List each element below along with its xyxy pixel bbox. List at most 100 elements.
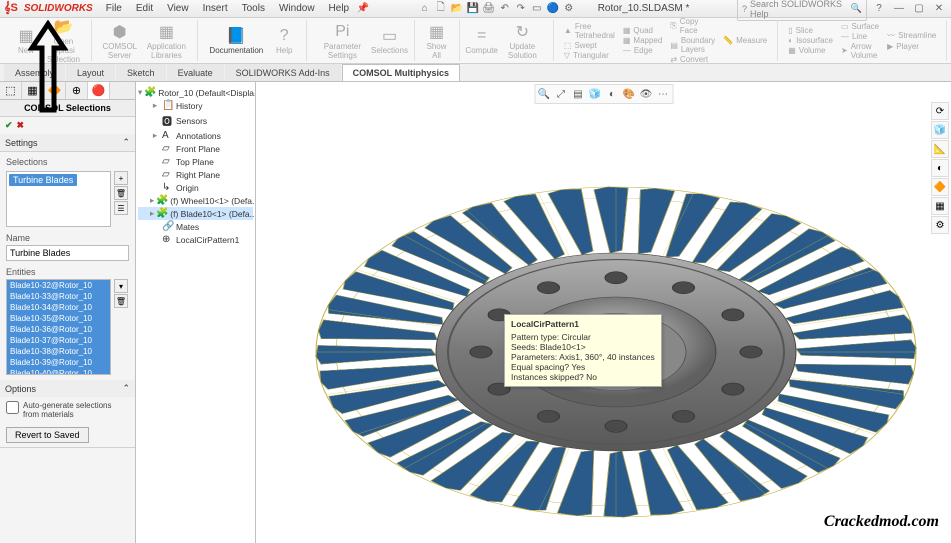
mesh-swept[interactable]: ⬚Swept <box>560 41 619 50</box>
tree-sensors[interactable]: 🅾Sensors <box>138 112 253 129</box>
menu-view[interactable]: View <box>160 3 196 14</box>
view-slice[interactable]: ▯Slice <box>784 26 837 35</box>
revert-button[interactable]: Revert to Saved <box>6 427 89 443</box>
panel-tab-4[interactable]: ⊕ <box>66 82 88 99</box>
tab-layout[interactable]: Layout <box>66 64 115 81</box>
save-icon[interactable]: 💾 <box>466 2 480 16</box>
menu-window[interactable]: Window <box>272 3 322 14</box>
mesh-mapped[interactable]: ▦Mapped <box>619 36 666 45</box>
list-selection-button[interactable]: ☰ <box>114 201 128 215</box>
remove-selection-button[interactable]: 🗑 <box>114 186 128 200</box>
auto-generate-checkbox[interactable]: Auto-generate selections from materials <box>6 401 129 419</box>
ribbon-update-solution[interactable]: ↻Update Solution <box>498 20 547 62</box>
ribbon-comsol-server[interactable]: ⬢COMSOL Server <box>98 20 141 62</box>
selections-box[interactable]: Turbine Blades <box>6 171 111 227</box>
ribbon-selections[interactable]: ▭Selections <box>372 24 408 57</box>
mesh-copy-face[interactable]: ⎘Copy Face <box>666 17 719 35</box>
entity-item[interactable]: Blade10-37@Rotor_10 <box>7 335 110 346</box>
ribbon-new[interactable]: ▦New <box>10 24 42 57</box>
mesh-free-tet[interactable]: ▲Free Tetrahedral <box>560 22 619 40</box>
menu-edit[interactable]: Edit <box>129 3 160 14</box>
open-icon[interactable]: 📂 <box>450 2 464 16</box>
tree-origin[interactable]: ↳Origin <box>138 181 253 194</box>
ribbon-compute[interactable]: =Compute <box>466 24 498 57</box>
view-streamline[interactable]: 〰Streamline <box>883 30 940 41</box>
vt-hide-icon[interactable]: 👁 <box>638 86 654 102</box>
home-icon[interactable]: ⌂ <box>418 2 432 16</box>
auto-gen-check[interactable] <box>6 401 19 414</box>
mesh-quad[interactable]: ▦Quad <box>619 26 666 35</box>
collapse-icon-2[interactable]: ⌃ <box>122 383 130 394</box>
vt-display-icon[interactable]: ◐ <box>604 86 620 102</box>
tree-pattern[interactable]: ⊕LocalCirPattern1 <box>138 233 253 246</box>
tab-sketch[interactable]: Sketch <box>116 64 166 81</box>
tab-assembly[interactable]: Assembly <box>4 64 65 81</box>
ribbon-open[interactable]: 📂Open Oplasi Selection <box>42 15 85 66</box>
view-arrow-vol[interactable]: ➤Arrow Volume <box>837 42 883 60</box>
tree-annotations[interactable]: ▸AAnnotations <box>138 129 253 142</box>
panel-tab-5[interactable]: 🔴 <box>88 82 110 99</box>
view-volume[interactable]: ▦Volume <box>784 46 837 55</box>
minimize-button[interactable]: — <box>891 2 907 16</box>
mesh-boundary[interactable]: ▤Boundary Layers <box>666 36 719 54</box>
tab-sw-addins[interactable]: SOLIDWORKS Add-Ins <box>225 64 341 81</box>
view-surface[interactable]: ▭Surface <box>837 22 883 31</box>
collapse-icon[interactable]: ⌃ <box>122 137 130 148</box>
tree-history[interactable]: ▸📋History <box>138 99 253 112</box>
mesh-edge[interactable]: ―Edge <box>619 46 666 55</box>
tree-toggle-icon[interactable]: ▾ <box>138 87 142 98</box>
name-input[interactable] <box>6 245 129 261</box>
menu-file[interactable]: File <box>99 3 129 14</box>
vt-section-icon[interactable]: ▤ <box>570 86 586 102</box>
cancel-button[interactable]: ✖ <box>17 120 25 131</box>
vt-orient-icon[interactable]: 🧊 <box>587 86 603 102</box>
entity-item[interactable]: Blade10-40@Rotor_10 <box>7 368 110 375</box>
panel-tab-1[interactable]: ⬚ <box>0 82 22 99</box>
undo-icon[interactable]: ↶ <box>498 2 512 16</box>
help-dropdown[interactable]: ? <box>871 2 887 16</box>
vt-scene-icon[interactable]: 🎨 <box>621 86 637 102</box>
vt-zoom-icon[interactable]: 🔍 <box>536 86 552 102</box>
mesh-convert[interactable]: ⇄Convert <box>666 55 719 64</box>
ribbon-documentation[interactable]: 📘Documentation <box>204 24 268 57</box>
pin-icon[interactable]: 📌 <box>356 2 370 16</box>
ok-button[interactable]: ✔ <box>5 120 13 131</box>
tree-front-plane[interactable]: ▱Front Plane <box>138 142 253 155</box>
redo-icon[interactable]: ↷ <box>514 2 528 16</box>
restore-button[interactable]: ▢ <box>911 2 927 16</box>
search-help-input[interactable]: ? Search SOLIDWORKS Help 🔍 <box>737 0 867 21</box>
menu-insert[interactable]: Insert <box>196 3 235 14</box>
view-line[interactable]: ―Line <box>837 32 883 41</box>
menu-help[interactable]: Help <box>322 3 357 14</box>
entity-item[interactable]: Blade10-34@Rotor_10 <box>7 302 110 313</box>
view-isosurface[interactable]: ◐Isosurface <box>784 36 837 45</box>
close-button[interactable]: ✕ <box>931 2 947 16</box>
tree-root[interactable]: ▾ 🧩 Rotor_10 (Default<Displa... <box>138 86 253 99</box>
selection-tag[interactable]: Turbine Blades <box>9 174 77 186</box>
tree-mates[interactable]: 🔗Mates <box>138 220 253 233</box>
options-gear-icon[interactable]: ⚙ <box>562 2 576 16</box>
entity-item[interactable]: Blade10-36@Rotor_10 <box>7 324 110 335</box>
panel-tab-3[interactable]: 🔶 <box>44 82 66 99</box>
ribbon-help[interactable]: ?Help <box>268 24 300 57</box>
tree-right-plane[interactable]: ▱Right Plane <box>138 168 253 181</box>
mesh-triangular[interactable]: ▽Triangular <box>560 51 619 60</box>
entities-dropdown-button[interactable]: ▾ <box>114 279 128 293</box>
tree-wheel[interactable]: ▸🧩(f) Wheel10<1> (Defa... <box>138 194 253 207</box>
entities-listbox[interactable]: Blade10-32@Rotor_10 Blade10-33@Rotor_10 … <box>6 279 111 375</box>
view-player[interactable]: ▶Player <box>883 42 940 51</box>
new-doc-icon[interactable]: 🗋 <box>434 2 448 16</box>
tree-top-plane[interactable]: ▱Top Plane <box>138 155 253 168</box>
mesh-measure[interactable]: 📏Measure <box>719 36 771 45</box>
entity-item[interactable]: Blade10-39@Rotor_10 <box>7 357 110 368</box>
entity-item[interactable]: Blade10-35@Rotor_10 <box>7 313 110 324</box>
tab-evaluate[interactable]: Evaluate <box>167 64 224 81</box>
ribbon-show-all[interactable]: ▦Show All <box>421 20 453 62</box>
entity-item[interactable]: Blade10-32@Rotor_10 <box>7 280 110 291</box>
ribbon-param-settings[interactable]: PiParameter Settings <box>313 20 371 62</box>
panel-tab-2[interactable]: ▦ <box>22 82 44 99</box>
vt-fit-icon[interactable]: ⤢ <box>553 86 569 102</box>
vt-more-icon[interactable]: ⋯ <box>655 86 671 102</box>
entities-delete-button[interactable]: 🗑 <box>114 294 128 308</box>
menu-tools[interactable]: Tools <box>235 3 272 14</box>
